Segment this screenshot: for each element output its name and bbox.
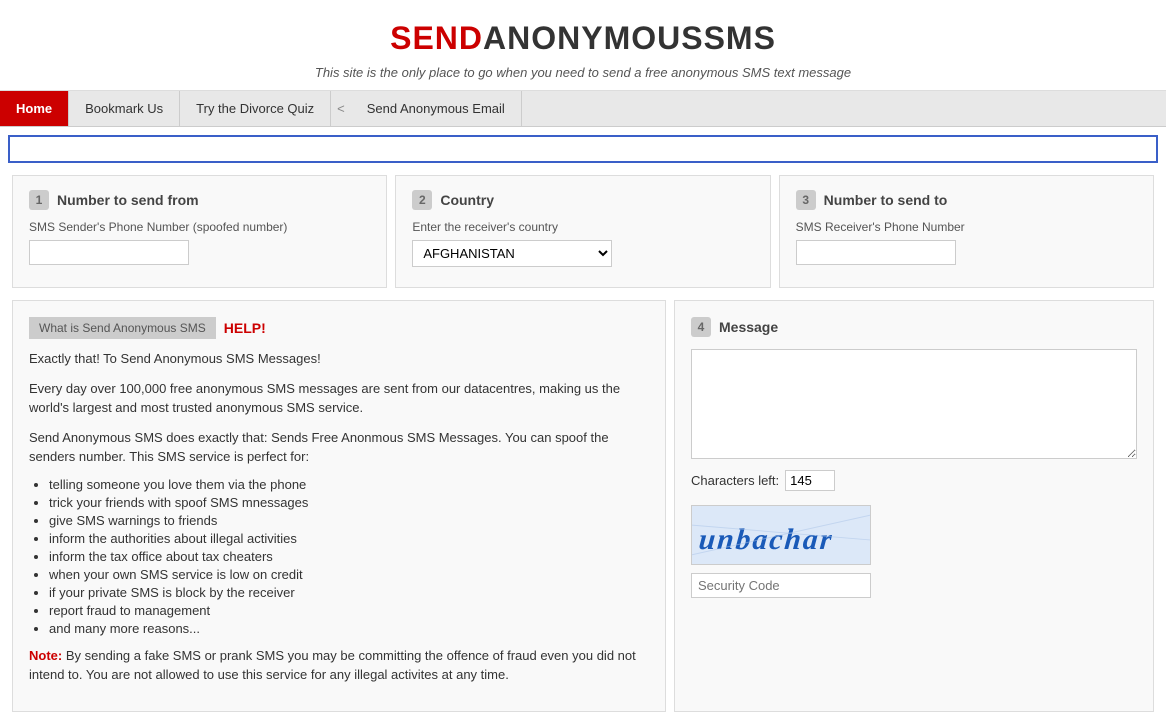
nav-divorce-quiz[interactable]: Try the Divorce Quiz (180, 91, 331, 126)
list-item: if your private SMS is block by the rece… (49, 585, 649, 600)
step-1-box: 1 Number to send from SMS Sender's Phone… (12, 175, 387, 288)
what-is-box: What is Send Anonymous SMS HELP! Exactly… (12, 300, 666, 712)
step-3-header: 3 Number to send to (796, 190, 1137, 210)
chars-left-label: Characters left: (691, 473, 779, 488)
list-item: report fraud to management (49, 603, 649, 618)
what-is-badge: What is Send Anonymous SMS (29, 317, 216, 339)
list-item: and many more reasons... (49, 621, 649, 636)
message-step-title: Message (719, 319, 778, 335)
captcha-area: unbachar (691, 505, 1137, 598)
title-rest: ANONYMOUSSMS (483, 20, 776, 56)
list-item: give SMS warnings to friends (49, 513, 649, 528)
list-item: when your own SMS service is low on cred… (49, 567, 649, 582)
step-3-box: 3 Number to send to SMS Receiver's Phone… (779, 175, 1154, 288)
step-1-label: SMS Sender's Phone Number (spoofed numbe… (29, 220, 370, 234)
site-title: SENDANONYMOUSSMS (0, 20, 1166, 57)
step-3-number: 3 (796, 190, 816, 210)
note-paragraph: Note: By sending a fake SMS or prank SMS… (29, 646, 649, 685)
note-label: Note: (29, 648, 62, 663)
step-2-label: Enter the receiver's country (412, 220, 753, 234)
step-1-title: Number to send from (57, 192, 199, 208)
message-step-number: 4 (691, 317, 711, 337)
header-subtitle: This site is the only place to go when y… (0, 65, 1166, 80)
security-code-input[interactable] (691, 573, 871, 598)
steps-row: 1 Number to send from SMS Sender's Phone… (0, 171, 1166, 292)
step-1-number: 1 (29, 190, 49, 210)
nav-separator: < (331, 91, 351, 126)
step-1-header: 1 Number to send from (29, 190, 370, 210)
step-2-number: 2 (412, 190, 432, 210)
message-box: 4 Message Characters left: unbachar (674, 300, 1154, 712)
sender-phone-input[interactable] (29, 240, 189, 265)
svg-text:unbachar: unbachar (697, 524, 834, 556)
paragraph-3: Send Anonymous SMS does exactly that: Se… (29, 428, 649, 467)
list-item: telling someone you love them via the ph… (49, 477, 649, 492)
header: SENDANONYMOUSSMS This site is the only p… (0, 0, 1166, 91)
chars-left-row: Characters left: (691, 470, 1137, 491)
receiver-phone-input[interactable] (796, 240, 956, 265)
help-link[interactable]: HELP! (224, 320, 266, 336)
bullet-list: telling someone you love them via the ph… (49, 477, 649, 636)
nav-anonymous-email[interactable]: Send Anonymous Email (351, 91, 522, 126)
nav-bookmark[interactable]: Bookmark Us (69, 91, 180, 126)
note-text: By sending a fake SMS or prank SMS you m… (29, 648, 636, 683)
what-is-header: What is Send Anonymous SMS HELP! (29, 317, 649, 339)
step-2-box: 2 Country Enter the receiver's country A… (395, 175, 770, 288)
message-textarea[interactable] (691, 349, 1137, 459)
nav-home[interactable]: Home (0, 91, 69, 126)
navigation: Home Bookmark Us Try the Divorce Quiz < … (0, 91, 1166, 127)
main-row: What is Send Anonymous SMS HELP! Exactly… (0, 292, 1166, 724)
step-3-title: Number to send to (824, 192, 948, 208)
step-2-title: Country (440, 192, 494, 208)
list-item: trick your friends with spoof SMS mnessa… (49, 495, 649, 510)
step-2-header: 2 Country (412, 190, 753, 210)
country-select[interactable]: AFGHANISTAN (412, 240, 612, 267)
list-item: inform the authorities about illegal act… (49, 531, 649, 546)
blue-bar (8, 135, 1158, 163)
paragraph-2: Every day over 100,000 free anonymous SM… (29, 379, 649, 418)
chars-left-input (785, 470, 835, 491)
captcha-image: unbachar (691, 505, 871, 565)
step-3-label: SMS Receiver's Phone Number (796, 220, 1137, 234)
list-item: inform the tax office about tax cheaters (49, 549, 649, 564)
title-send: SEND (390, 20, 483, 56)
country-select-wrapper: AFGHANISTAN (412, 240, 753, 267)
message-header: 4 Message (691, 317, 1137, 337)
paragraph-1: Exactly that! To Send Anonymous SMS Mess… (29, 349, 649, 369)
